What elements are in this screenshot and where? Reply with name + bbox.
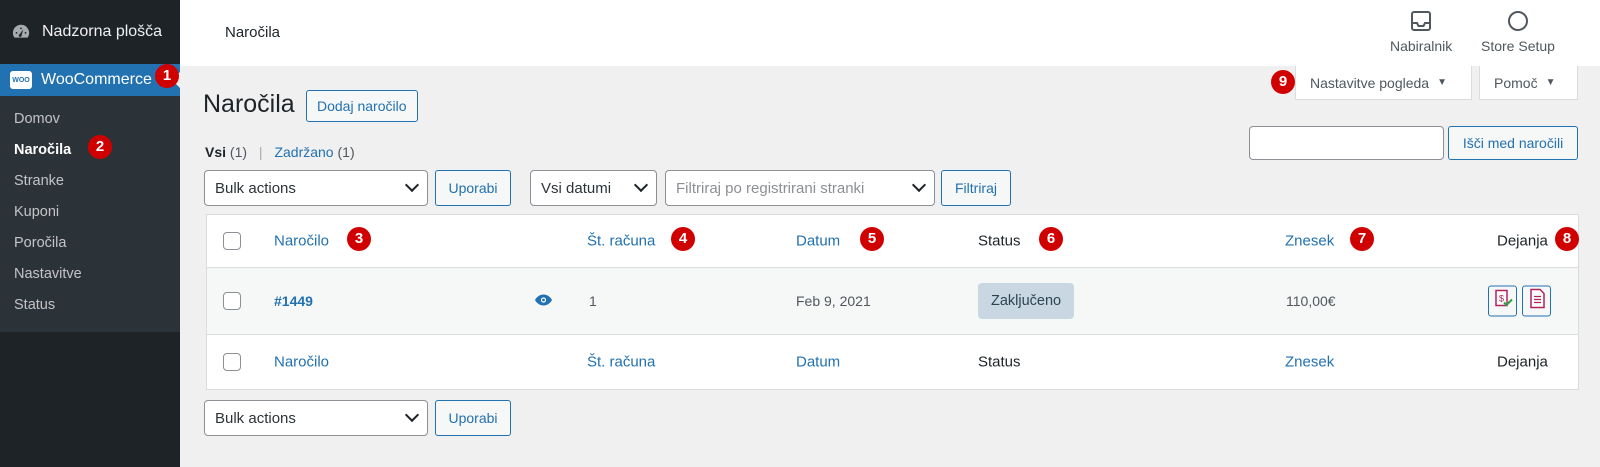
filter-all-count: (1) <box>229 144 248 160</box>
annotation-badge: 4 <box>671 227 695 251</box>
annotation-badge: 8 <box>1555 227 1579 251</box>
top-header: Naročila Nabiralnik Store Setup <box>180 0 1600 66</box>
invoice-check-icon: $ <box>1493 289 1513 314</box>
table-row: #1449 1 Feb 9, 2021 Zaključeno 110,00€ $ <box>207 268 1578 335</box>
filter-all-link[interactable]: Vsi <box>205 144 226 160</box>
sidebar-item-domov[interactable]: Domov <box>0 104 180 135</box>
screen-options-label: Nastavitve pogleda <box>1310 74 1430 91</box>
column-actions-footer: Dejanja <box>1497 353 1548 371</box>
apply-button-bottom[interactable]: Uporabi <box>435 400 511 436</box>
select-all-checkbox[interactable] <box>223 232 241 250</box>
annotation-badge: 3 <box>347 227 371 251</box>
document-icon <box>1528 288 1546 314</box>
annotation-badge: 5 <box>860 227 884 251</box>
annotation-badge: 7 <box>1350 227 1374 251</box>
woocommerce-submenu: Domov Naročila Stranke Kuponi Poročila N… <box>0 96 180 332</box>
customer-filter-select[interactable]: Filtriraj po registrirani stranki <box>665 170 935 206</box>
date-filter-value: Vsi datumi <box>541 179 612 197</box>
sidebar-item-label: WooCommerce <box>41 71 152 88</box>
circle-progress-icon <box>1507 10 1529 32</box>
sidebar-item-nastavitve[interactable]: Nastavitve <box>0 259 180 290</box>
filter-button[interactable]: Filtriraj <box>941 170 1011 206</box>
table-footer-row: Naročilo Št. računa Datum Status Znesek … <box>207 335 1578 389</box>
triangle-down-icon: ▼ <box>1437 77 1447 88</box>
search-orders-button[interactable]: Išči med naročili <box>1448 126 1578 160</box>
bulk-actions-select[interactable]: Bulk actions <box>204 170 428 206</box>
column-invoice-footer[interactable]: Št. računa <box>587 354 655 371</box>
page-title: Naročila <box>203 90 295 118</box>
column-status: Status <box>978 232 1021 250</box>
store-setup-label: Store Setup <box>1481 38 1555 54</box>
inbox-button[interactable]: Nabiralnik <box>1390 10 1452 54</box>
sidebar-item-woocommerce[interactable]: WOO WooCommerce <box>0 64 180 96</box>
help-label: Pomoč <box>1494 74 1538 91</box>
chevron-down-icon <box>404 407 420 423</box>
chevron-down-icon <box>911 177 927 193</box>
sidebar-item-dashboard[interactable]: Nadzorna plošča <box>0 0 180 64</box>
screen-options-button[interactable]: Nastavitve pogleda ▼ <box>1295 66 1472 100</box>
customer-filter-placeholder: Filtriraj po registrirani stranki <box>676 179 865 197</box>
bulk-actions-value: Bulk actions <box>215 409 296 427</box>
filter-held-count: (1) <box>337 144 355 160</box>
order-date: Feb 9, 2021 <box>796 293 871 309</box>
sidebar-item-kuponi[interactable]: Kuponi <box>0 197 180 228</box>
annotation-badge: 6 <box>1039 227 1063 251</box>
admin-sidebar: Nadzorna plošča WOO WooCommerce Domov Na… <box>0 0 180 467</box>
column-total-footer[interactable]: Znesek <box>1285 354 1334 371</box>
invoice-paid-action[interactable]: $ <box>1488 285 1517 317</box>
inbox-icon <box>1410 10 1432 32</box>
sidebar-item-porocila[interactable]: Poročila <box>0 228 180 259</box>
dashboard-icon <box>12 23 30 41</box>
status-filter-links: Vsi (1) | Zadržano (1) <box>205 144 355 160</box>
order-total: 110,00€ <box>1286 293 1336 309</box>
order-search-input[interactable] <box>1249 126 1444 160</box>
preview-eye-icon[interactable] <box>535 293 552 310</box>
separator: | <box>258 144 263 160</box>
select-all-checkbox-footer[interactable] <box>223 353 241 371</box>
column-invoice[interactable]: Št. računa <box>587 233 655 250</box>
column-status-footer: Status <box>978 353 1021 371</box>
store-setup-button[interactable]: Store Setup <box>1481 10 1555 54</box>
svg-text:$: $ <box>1498 294 1503 304</box>
annotation-badge: 9 <box>1271 70 1295 94</box>
chevron-down-icon <box>404 177 420 193</box>
add-order-button[interactable]: Dodaj naročilo <box>306 90 418 122</box>
bulk-actions-select-bottom[interactable]: Bulk actions <box>204 400 428 436</box>
column-order[interactable]: Naročilo <box>274 233 329 250</box>
invoice-view-action[interactable] <box>1522 285 1551 317</box>
status-badge: Zaključeno <box>978 283 1075 319</box>
bulk-actions-value: Bulk actions <box>215 179 296 197</box>
column-order-footer[interactable]: Naročilo <box>274 354 329 371</box>
column-date[interactable]: Datum <box>796 233 840 250</box>
chevron-down-icon <box>633 177 649 193</box>
sidebar-item-status[interactable]: Status <box>0 290 180 321</box>
invoice-number: 1 <box>589 293 597 309</box>
column-actions: Dejanja <box>1497 232 1548 250</box>
sidebar-item-label: Nadzorna plošča <box>42 23 163 40</box>
order-number-link[interactable]: #1449 <box>274 293 313 309</box>
column-total[interactable]: Znesek <box>1285 233 1334 250</box>
woocommerce-icon: WOO <box>10 71 32 89</box>
column-date-footer[interactable]: Datum <box>796 354 840 371</box>
annotation-badge: 1 <box>155 64 179 88</box>
help-button[interactable]: Pomoč ▼ <box>1479 66 1578 100</box>
header-title: Naročila <box>225 24 281 41</box>
sidebar-item-stranke[interactable]: Stranke <box>0 166 180 197</box>
triangle-down-icon: ▼ <box>1545 77 1556 88</box>
date-filter-select[interactable]: Vsi datumi <box>530 170 657 206</box>
filter-held-link[interactable]: Zadržano <box>274 144 333 160</box>
row-checkbox[interactable] <box>223 292 241 310</box>
annotation-badge: 2 <box>88 135 112 159</box>
apply-button[interactable]: Uporabi <box>435 170 511 206</box>
inbox-label: Nabiralnik <box>1390 38 1453 54</box>
